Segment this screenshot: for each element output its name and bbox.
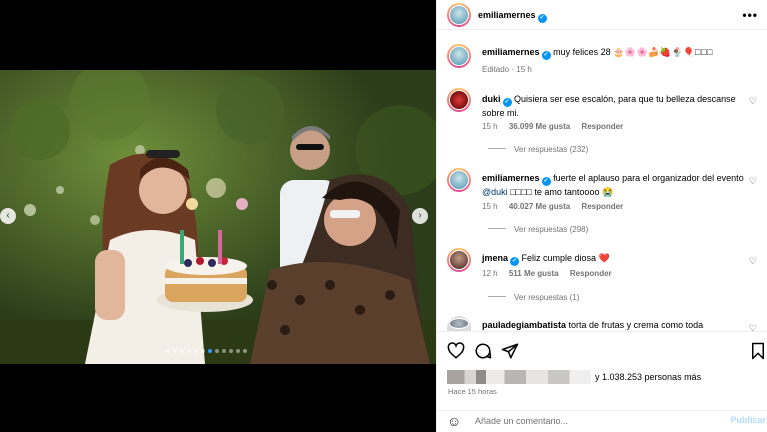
divider (488, 228, 506, 229)
post-timestamp[interactable]: Hace 15 horas (448, 387, 497, 396)
carousel-dot-active (208, 349, 212, 353)
avatar[interactable] (447, 3, 471, 27)
comment-bubble-icon[interactable] (474, 342, 492, 360)
view-replies-button[interactable]: Ver respuestas (232) (488, 145, 588, 154)
view-replies-label[interactable]: Ver respuestas (232) (514, 145, 588, 154)
comment-time: 15 h (482, 122, 498, 131)
comment-meta: 15 h 36.099 Me gusta Responder (482, 122, 632, 131)
carousel-dot (180, 349, 184, 353)
comment-likes[interactable]: 36.099 Me gusta (509, 122, 570, 131)
reply-button[interactable]: Responder (581, 202, 623, 211)
media-pane: ‹ › (0, 0, 436, 432)
avatar[interactable] (447, 44, 471, 68)
comment-text: emiliamernes ✓ fuerte el aplauso para el … (482, 172, 744, 198)
caption-username[interactable]: emiliamernes (482, 47, 540, 57)
view-replies-label[interactable]: Ver respuestas (298) (514, 225, 588, 234)
comment-body: Feliz cumple diosa ❤️ (521, 253, 610, 263)
header-username[interactable]: emiliamernes ✓ (478, 10, 547, 23)
comment-text: duki ✓ Quisiera ser ese escalón, para que… (482, 93, 744, 119)
more-options-icon[interactable]: ••• (742, 8, 758, 22)
emoji-picker-icon[interactable]: ☺ (447, 413, 461, 429)
comment-likes[interactable]: 511 Me gusta (509, 269, 559, 278)
divider (488, 148, 506, 149)
view-replies-label[interactable]: Ver respuestas (1) (514, 293, 579, 302)
carousel-dot (187, 349, 191, 353)
post-header: emiliamernes ✓ ••• (437, 0, 767, 30)
reply-button[interactable]: Responder (570, 269, 612, 278)
comment-body: Quisiera ser ese escalón, para que tu be… (482, 94, 736, 118)
comment-username[interactable]: emiliamernes (482, 173, 540, 183)
mention-link[interactable]: @duki (482, 187, 508, 197)
carousel-dot (201, 349, 205, 353)
instagram-post-modal: ‹ › emiliamernes ✓ ••• emiliamernes ✓ mu… (0, 0, 767, 432)
like-heart-icon[interactable] (447, 342, 465, 360)
carousel-dot (173, 349, 177, 353)
birthday-photo-illustration (0, 70, 436, 364)
carousel-dot (229, 349, 233, 353)
heart-icon[interactable]: ♡ (749, 256, 757, 267)
carousel-dot (236, 349, 240, 353)
caption-meta: Editado · 15 h (482, 65, 541, 74)
verified-badge-icon: ✓ (541, 177, 551, 186)
comment-likes[interactable]: 40.027 Me gusta (509, 202, 570, 211)
reply-button[interactable]: Responder (581, 122, 623, 131)
caption-edited-time: Editado · 15 h (482, 65, 532, 74)
carousel-dot (166, 349, 170, 353)
verified-badge-icon: ✓ (510, 257, 520, 266)
verified-badge-icon: ✓ (541, 51, 551, 60)
comment-body: fuerte el aplauso para el organizador de… (553, 173, 744, 183)
view-replies-button[interactable]: Ver respuestas (298) (488, 225, 588, 234)
caption-text: emiliamernes ✓ muy felices 28 🎂🌸🌸🍰🍓🍨🎈□□□ (482, 46, 758, 60)
comment-time: 12 h (482, 269, 498, 278)
likes-summary[interactable]: y 1.038.253 personas más (447, 370, 701, 384)
verified-badge-icon: ✓ (502, 98, 512, 107)
caption-emojis: 🎂🌸🌸🍰🍓🍨🎈□□□ (613, 47, 713, 57)
likes-count[interactable]: y 1.038.253 personas más (595, 372, 701, 382)
comment-text: pauladegiambatista torta de frutas y cre… (482, 319, 744, 331)
comment-body-end: □□□□ te amo tantoooo 😭 (507, 187, 614, 197)
comment-text: jmena ✓ Feliz cumple diosa ❤️ (482, 252, 744, 266)
avatar[interactable] (447, 248, 471, 272)
view-replies-button[interactable]: Ver respuestas (1) (488, 293, 579, 302)
carousel-dot (243, 349, 247, 353)
carousel-dot (215, 349, 219, 353)
heart-icon[interactable]: ♡ (749, 176, 757, 187)
carousel-next-button[interactable]: › (412, 208, 428, 224)
blurred-likers-avatars (447, 370, 591, 384)
comment-body: torta de frutas y crema como toda (568, 320, 704, 330)
comment-username[interactable]: jmena (482, 253, 508, 263)
caption-body: muy felices 28 (553, 47, 611, 57)
share-send-icon[interactable] (501, 342, 519, 360)
comment-composer: ☺ Publicar (437, 410, 767, 432)
comment-meta: 12 h 511 Me gusta Responder (482, 269, 621, 278)
carousel-dot (222, 349, 226, 353)
comment-username[interactable]: duki (482, 94, 501, 104)
carousel-dots (166, 349, 247, 353)
avatar[interactable] (447, 316, 471, 331)
comment-time: 15 h (482, 202, 498, 211)
comment-input[interactable] (475, 416, 715, 426)
avatar[interactable] (447, 88, 471, 112)
heart-icon[interactable]: ♡ (749, 96, 757, 107)
header-username-text[interactable]: emiliamernes (478, 10, 536, 20)
carousel-dot (194, 349, 198, 353)
carousel-prev-button[interactable]: ‹ (0, 208, 16, 224)
verified-badge-icon: ✓ (537, 14, 547, 23)
avatar[interactable] (447, 168, 471, 192)
comment-username[interactable]: pauladegiambatista (482, 320, 566, 330)
comment-meta: 15 h 40.027 Me gusta Responder (482, 202, 632, 211)
save-bookmark-icon[interactable] (749, 342, 767, 360)
post-comment-button[interactable]: Publicar (730, 415, 766, 425)
divider (488, 296, 506, 297)
post-side-panel: emiliamernes ✓ ••• emiliamernes ✓ muy feli… (436, 0, 767, 432)
post-photo (0, 70, 436, 364)
